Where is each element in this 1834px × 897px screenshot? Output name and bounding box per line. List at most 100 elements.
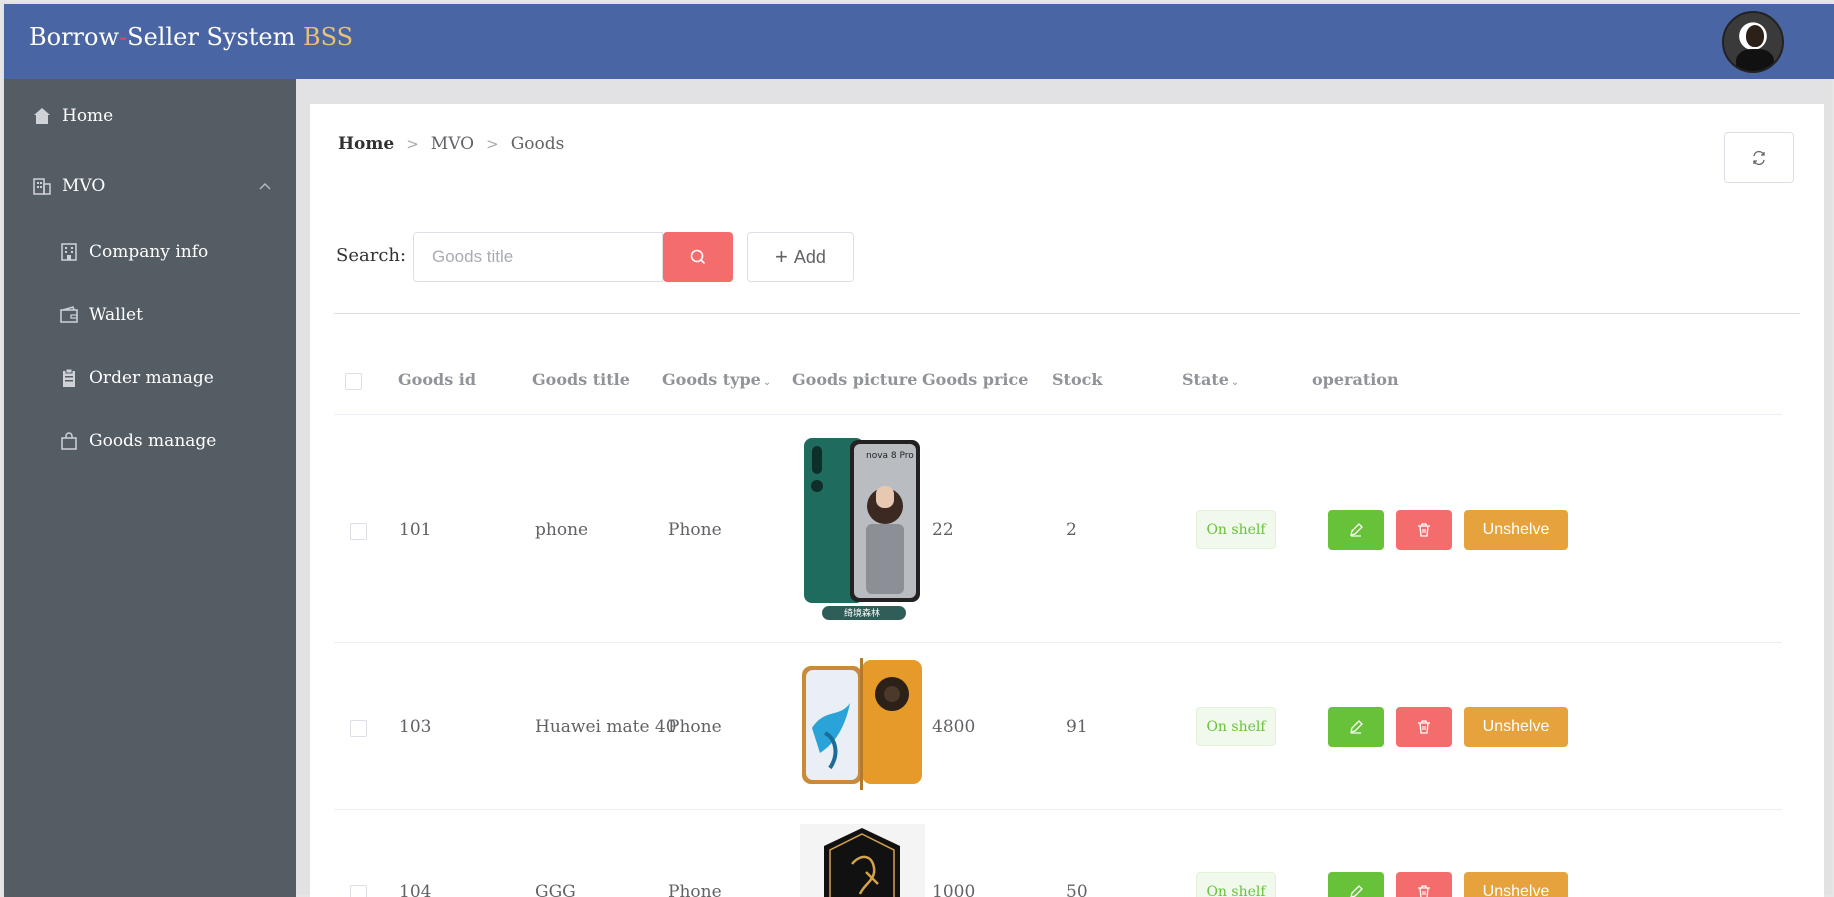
shopping-bag-icon xyxy=(59,431,79,451)
goods-picture[interactable]: nova 8 Pro 绮境森林 xyxy=(800,436,925,622)
trash-icon xyxy=(1418,885,1430,897)
breadcrumb-separator-icon: > xyxy=(406,135,419,153)
column-header-goods-title: Goods title xyxy=(532,370,630,389)
row-checkbox[interactable] xyxy=(350,720,367,737)
wallet-icon xyxy=(59,305,79,325)
row-divider xyxy=(334,642,1782,643)
column-header-goods-picture: Goods picture xyxy=(792,370,918,389)
picture-model-text: nova 8 Pro xyxy=(866,451,914,461)
column-header-operation: operation xyxy=(1312,370,1399,389)
column-header-label: Goods type xyxy=(662,370,761,389)
delete-button[interactable] xyxy=(1396,707,1452,747)
delete-button[interactable] xyxy=(1396,872,1452,897)
edit-icon xyxy=(1350,885,1363,897)
edit-button[interactable] xyxy=(1328,872,1384,897)
refresh-icon xyxy=(1753,150,1765,165)
breadcrumb-home[interactable]: Home xyxy=(338,134,394,154)
status-badge: On shelf xyxy=(1196,510,1276,549)
chevron-down-icon: ⌄ xyxy=(1230,377,1240,388)
divider xyxy=(334,313,1800,314)
top-header: Borrow-Seller System BSS xyxy=(4,4,1834,79)
user-avatar[interactable] xyxy=(1722,11,1784,73)
refresh-button[interactable] xyxy=(1724,132,1794,183)
brand-title: Borrow-Seller System BSS xyxy=(29,23,353,51)
cell-goods-id: 104 xyxy=(399,882,432,897)
row-checkbox[interactable] xyxy=(350,885,367,897)
sidebar: Home MVO Company info Wallet Order manag… xyxy=(4,79,296,897)
cell-goods-price: 1000 xyxy=(932,882,976,897)
status-badge: On shelf xyxy=(1196,707,1276,746)
brand-accent: BSS xyxy=(303,23,354,51)
breadcrumb: Home > MVO > Goods xyxy=(338,134,564,154)
cell-goods-type: Phone xyxy=(668,717,722,737)
chevron-down-icon: ⌄ xyxy=(762,377,772,388)
unshelve-button[interactable]: Unshelve xyxy=(1464,510,1568,550)
sidebar-item-label: Home xyxy=(62,106,114,126)
cell-goods-price: 4800 xyxy=(932,717,976,737)
column-header-goods-type[interactable]: Goods type ⌄ xyxy=(662,370,771,389)
plus-icon: + xyxy=(775,244,788,269)
row-checkbox[interactable] xyxy=(350,523,367,540)
cell-goods-price: 22 xyxy=(932,520,954,540)
cell-stock: 2 xyxy=(1066,520,1077,540)
sidebar-item-wallet[interactable]: Wallet xyxy=(59,300,143,330)
sidebar-item-label: Company info xyxy=(89,242,209,262)
search-label: Search: xyxy=(336,245,407,266)
clipboard-icon xyxy=(59,368,79,388)
sidebar-item-label: Order manage xyxy=(89,368,214,388)
company-building-icon xyxy=(59,242,79,262)
sidebar-item-mvo[interactable]: MVO xyxy=(32,171,105,201)
row-divider xyxy=(334,809,1782,810)
cell-goods-title: Huawei mate 40 xyxy=(535,717,677,737)
sidebar-item-label: Wallet xyxy=(89,305,143,325)
goods-picture[interactable] xyxy=(800,658,925,790)
breadcrumb-separator-icon: > xyxy=(486,135,499,153)
cell-stock: 91 xyxy=(1066,717,1088,737)
select-all-checkbox[interactable] xyxy=(345,373,362,390)
column-header-stock: Stock xyxy=(1052,370,1103,389)
column-header-state[interactable]: State ⌄ xyxy=(1182,370,1239,389)
office-building-icon xyxy=(32,176,52,196)
search-icon xyxy=(690,249,706,265)
brand-part-2: Seller System xyxy=(127,23,303,51)
cell-goods-title: GGG xyxy=(535,882,576,897)
add-goods-button[interactable]: + Add xyxy=(747,232,854,282)
goods-picture[interactable] xyxy=(800,824,925,897)
edit-button[interactable] xyxy=(1328,707,1384,747)
sidebar-item-company-info[interactable]: Company info xyxy=(59,237,208,267)
cell-goods-id: 103 xyxy=(399,717,432,737)
content-card: Home > MVO > Goods Search: + Add Goods i… xyxy=(310,104,1824,897)
column-header-label: State xyxy=(1182,370,1229,389)
brand-part-1: Borrow xyxy=(29,23,120,51)
breadcrumb-goods: Goods xyxy=(510,134,565,154)
edit-button[interactable] xyxy=(1328,510,1384,550)
avatar-head xyxy=(1746,25,1764,47)
search-input[interactable] xyxy=(413,232,663,282)
edit-icon xyxy=(1350,720,1363,734)
sidebar-item-goods-manage[interactable]: Goods manage xyxy=(59,426,216,456)
cell-goods-type: Phone xyxy=(668,520,722,540)
status-badge: On shelf xyxy=(1196,872,1276,897)
cell-goods-type: Phone xyxy=(668,882,722,897)
brand-dash: - xyxy=(119,23,128,51)
cell-goods-title: phone xyxy=(535,520,589,540)
sidebar-item-order-manage[interactable]: Order manage xyxy=(59,363,214,393)
column-header-goods-id: Goods id xyxy=(398,370,477,389)
delete-button[interactable] xyxy=(1396,510,1452,550)
unshelve-button[interactable]: Unshelve xyxy=(1464,872,1568,897)
trash-icon xyxy=(1418,523,1430,537)
avatar-body xyxy=(1736,49,1774,71)
add-button-label: Add xyxy=(793,246,826,267)
cell-stock: 50 xyxy=(1066,882,1088,897)
chevron-up-icon[interactable] xyxy=(258,181,272,191)
table-header-line xyxy=(334,414,1782,415)
search-button[interactable] xyxy=(663,232,733,282)
column-header-goods-price: Goods price xyxy=(922,370,1029,389)
breadcrumb-mvo: MVO xyxy=(430,134,475,154)
sidebar-item-home[interactable]: Home xyxy=(32,101,113,131)
edit-icon xyxy=(1350,523,1363,537)
app-window: Borrow-Seller System BSS Home MVO Compan… xyxy=(0,0,1834,897)
home-icon xyxy=(32,106,52,126)
sidebar-item-label: MVO xyxy=(62,176,106,196)
unshelve-button[interactable]: Unshelve xyxy=(1464,707,1568,747)
